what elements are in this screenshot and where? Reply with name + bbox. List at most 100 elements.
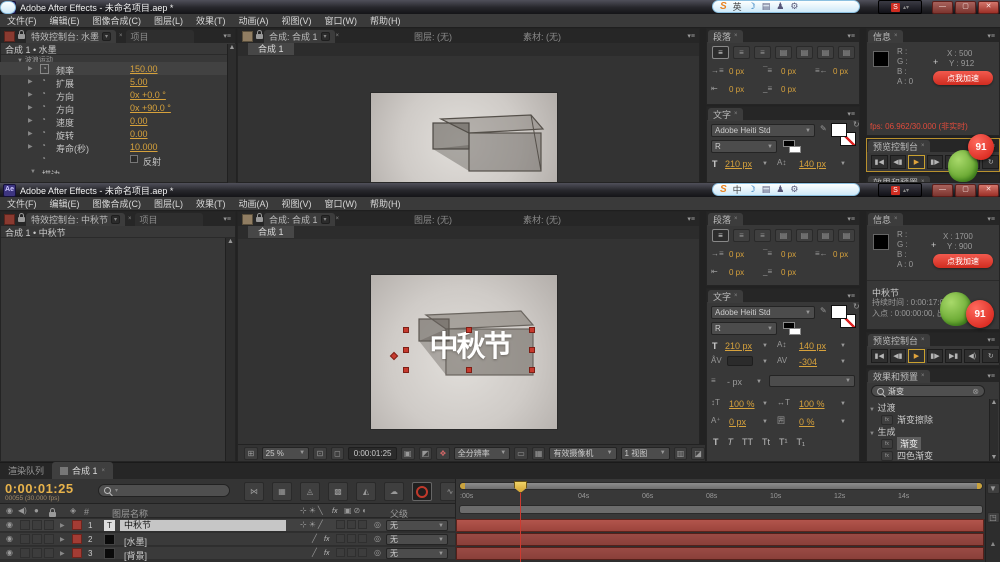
loop-button[interactable]: ↻ xyxy=(982,349,999,363)
eye-icon[interactable]: ◉ xyxy=(6,549,13,557)
param-row[interactable]: ▶◔ 方向 0x +90.0 ° xyxy=(0,101,227,114)
first-frame-button[interactable]: ▮◀ xyxy=(871,349,888,363)
ime-lang-toggle[interactable]: 英 xyxy=(733,0,742,13)
keyboard-icon[interactable]: ▤ xyxy=(762,1,771,12)
eye-icon[interactable]: ◉ xyxy=(6,535,13,543)
menu-effect[interactable]: 效果(T) xyxy=(196,14,226,27)
user-icon[interactable]: ♟ xyxy=(776,184,784,195)
mode-cell[interactable] xyxy=(336,534,345,543)
solo-icon[interactable]: ● xyxy=(34,507,39,515)
all-caps-button[interactable]: TT xyxy=(742,437,753,447)
vertical-scale-field[interactable]: 100 % xyxy=(729,399,755,409)
region-of-interest-icon[interactable]: ▭ xyxy=(514,447,528,460)
justify-full-button[interactable]: ▤ xyxy=(838,46,855,59)
hide-shy-icon[interactable]: ◬ xyxy=(300,482,320,501)
menu-layer[interactable]: 图层(L) xyxy=(154,197,183,210)
layer-name-selected[interactable]: 中秋节 xyxy=(120,520,286,531)
tab-effects-presets[interactable]: 效果和预置× xyxy=(868,370,930,383)
menu-file[interactable]: 文件(F) xyxy=(7,197,37,210)
menu-view[interactable]: 视图(V) xyxy=(282,197,312,210)
selection-handle[interactable] xyxy=(466,367,472,373)
tab-layer[interactable]: 图层: (无) xyxy=(409,213,457,226)
stroke-width-field[interactable]: - px xyxy=(727,377,742,387)
menu-window[interactable]: 窗口(W) xyxy=(325,197,358,210)
solo-toggle[interactable] xyxy=(32,548,42,558)
space-after-field[interactable]: 0 px xyxy=(781,268,796,277)
lock-toggle[interactable] xyxy=(44,548,54,558)
parent-select[interactable]: 无▼ xyxy=(386,548,448,559)
parent-select[interactable]: 无▼ xyxy=(386,534,448,545)
layer-switches[interactable]: ╱ xyxy=(312,549,317,557)
indent-right-field[interactable]: 0 px xyxy=(833,67,848,76)
small-caps-button[interactable]: Tt xyxy=(762,437,770,447)
space-before-field[interactable]: 0 px xyxy=(781,250,796,259)
menu-animation[interactable]: 动画(A) xyxy=(239,197,269,210)
mode-cell[interactable] xyxy=(347,548,356,557)
work-area-bar[interactable] xyxy=(459,505,983,514)
fx-item-row[interactable]: fx四色渐变 xyxy=(881,449,933,462)
selection-handle[interactable] xyxy=(529,367,535,373)
font-size-field[interactable]: 210 px xyxy=(725,159,752,169)
ime-toolbar-top[interactable]: S 英 ☽ ▤ ♟ ⚙ xyxy=(712,0,860,13)
justify-last-right-button[interactable]: ▤ xyxy=(817,229,834,242)
always-preview-icon[interactable]: ⊞ xyxy=(244,447,258,460)
eyedropper-icon[interactable]: ✎ xyxy=(820,307,827,315)
panel-menu-icon[interactable]: ▾≡ xyxy=(687,32,695,40)
eye-icon[interactable]: ◉ xyxy=(6,507,13,515)
justify-full-button[interactable]: ▤ xyxy=(838,229,855,242)
viewer-timecode[interactable]: 0:00:01:25 xyxy=(348,447,397,460)
panel-drag-icon[interactable] xyxy=(4,31,15,42)
label-color-swatch[interactable] xyxy=(72,548,82,558)
lock-toggle[interactable] xyxy=(44,520,54,530)
tab-render-queue[interactable]: 渲染队列 xyxy=(0,462,52,479)
lock-toggle[interactable] xyxy=(44,534,54,544)
param-row[interactable]: ▶◔ 寿命(秒) 10.000 xyxy=(0,140,227,153)
next-frame-button[interactable]: ▮▶ xyxy=(927,349,944,363)
transparency-grid-icon[interactable]: ▦ xyxy=(532,447,546,460)
camera-select[interactable]: 有效摄像机▼ xyxy=(549,447,616,460)
param-row-reflection[interactable]: ◔ 反射 xyxy=(0,153,227,166)
moon-icon[interactable]: ☽ xyxy=(748,184,756,195)
menu-composition[interactable]: 图像合成(C) xyxy=(93,14,142,27)
tab-paragraph[interactable]: 段落× xyxy=(708,213,743,226)
panel-drag-icon[interactable] xyxy=(242,214,253,225)
param-row[interactable]: ▶◔ 方向 0x +0.0 ° xyxy=(0,88,227,101)
selection-handle[interactable] xyxy=(529,327,535,333)
tab-project[interactable]: 项目 xyxy=(126,30,194,43)
menu-composition[interactable]: 图像合成(C) xyxy=(93,197,142,210)
layer-duration-bar[interactable] xyxy=(456,533,984,546)
mode-cell[interactable] xyxy=(347,520,356,529)
space-after-field[interactable]: 0 px xyxy=(781,85,796,94)
layer-name[interactable]: [背景] xyxy=(124,549,147,562)
tab-effect-controls[interactable]: 特效控制台: 水墨▾ xyxy=(26,30,116,43)
selection-handle[interactable] xyxy=(466,327,472,333)
tab-composition[interactable]: 合成: 合成 1▾ xyxy=(264,213,335,226)
accelerator-badge[interactable]: 91 xyxy=(968,134,994,160)
menu-view[interactable]: 视图(V) xyxy=(282,14,312,27)
panel-menu-icon[interactable]: ▾≡ xyxy=(223,32,231,40)
comp-subtab[interactable]: 合成 1 xyxy=(248,226,294,238)
lock-icon[interactable] xyxy=(49,512,56,517)
solo-toggle[interactable] xyxy=(32,534,42,544)
justify-last-left-button[interactable]: ▤ xyxy=(775,229,792,242)
ime-lang-toggle[interactable]: 中 xyxy=(733,183,742,196)
tab-info[interactable]: 信息× xyxy=(868,213,903,226)
font-style-select[interactable]: R▼ xyxy=(711,322,777,335)
timeline-right-scrollbar[interactable]: ▼ ◳ ▲ xyxy=(985,479,1000,562)
mini-white-swatch[interactable] xyxy=(789,328,801,335)
taskbar-fragment-top[interactable]: S ▴▾ xyxy=(878,0,922,14)
layer-switches[interactable]: ╱ xyxy=(312,535,317,543)
stroke-style-select[interactable]: ▼ xyxy=(769,375,855,387)
minimize-button[interactable]: — xyxy=(932,184,953,197)
panel-drag-icon[interactable] xyxy=(4,214,15,225)
menu-help[interactable]: 帮助(H) xyxy=(370,14,401,27)
playhead-line[interactable] xyxy=(520,481,521,562)
proportional-spacing-field[interactable]: 0 % xyxy=(799,417,815,427)
panel-menu-icon[interactable]: ▾≡ xyxy=(987,336,995,344)
mini-white-swatch[interactable] xyxy=(789,146,801,153)
snapshot-icon[interactable]: ▣ xyxy=(401,447,415,460)
eyedropper-icon[interactable]: ✎ xyxy=(820,125,827,133)
space-before-field[interactable]: 0 px xyxy=(781,67,796,76)
stopwatch-icon[interactable]: ◔ xyxy=(41,77,46,85)
tab-preview[interactable]: 预览控制台× xyxy=(868,334,930,347)
